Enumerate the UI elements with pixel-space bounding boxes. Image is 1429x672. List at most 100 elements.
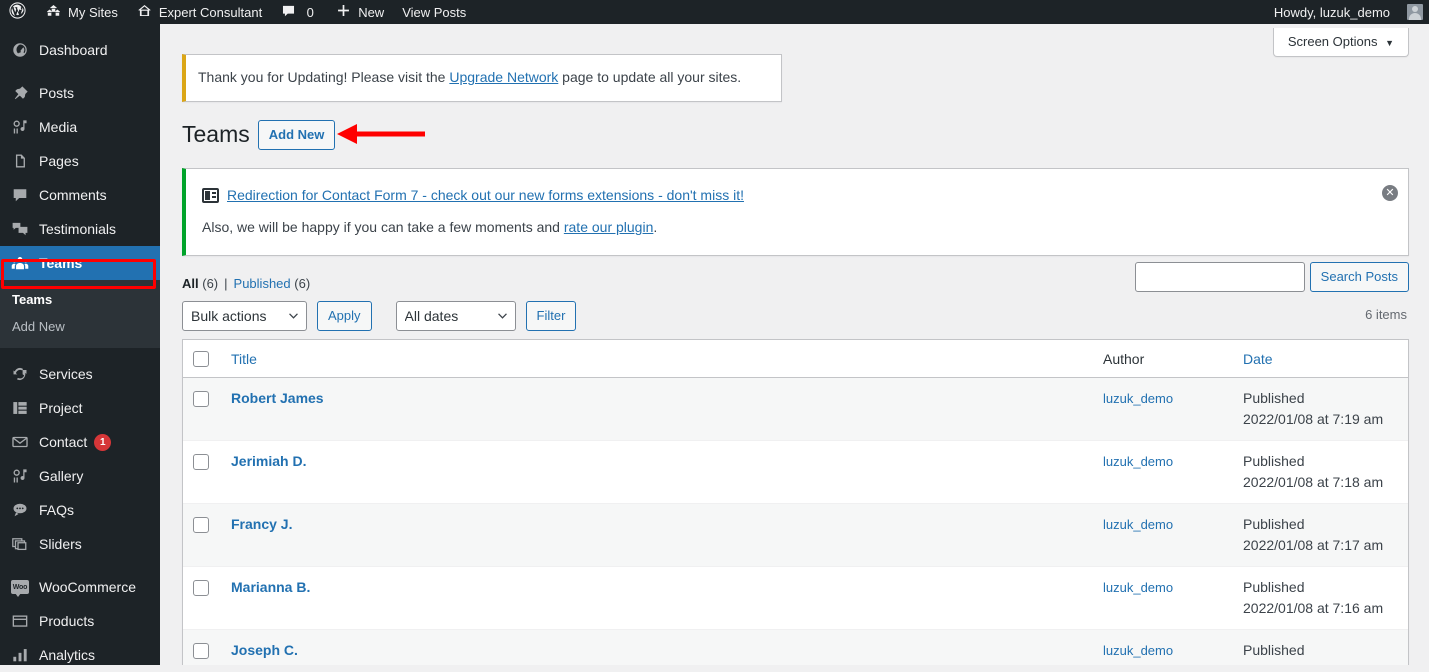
sidebar-subitem-add-new[interactable]: Add New: [0, 313, 160, 340]
admin-bar: My Sites Expert Consultant 0 New View Po…: [0, 0, 1429, 24]
admin-bar-comment-count: 0: [306, 4, 314, 20]
row-checkbox[interactable]: [193, 454, 209, 471]
row-checkbox[interactable]: [193, 643, 209, 660]
row-title-cell: Francy J.: [221, 504, 1093, 568]
row-title-link[interactable]: Francy J.: [231, 516, 292, 532]
sidebar-item-services[interactable]: Services: [0, 357, 160, 391]
upgrade-network-link[interactable]: Upgrade Network: [449, 69, 558, 85]
row-title-link[interactable]: Robert James: [231, 390, 324, 406]
sidebar-item-products[interactable]: Products: [0, 604, 160, 638]
sidebar-item-label: Comments: [39, 187, 107, 203]
admin-bar-howdy[interactable]: Howdy, luzuk_demo: [1265, 0, 1399, 24]
apply-button[interactable]: Apply: [317, 301, 372, 332]
admin-bar-item-site-name[interactable]: Expert Consultant: [127, 0, 271, 24]
sidebar-item-woocommerce[interactable]: Woo WooCommerce: [0, 570, 160, 604]
column-header-date[interactable]: Date: [1233, 340, 1408, 379]
table-row: Francy J. luzuk_demo Published 2022/01/0…: [183, 504, 1408, 568]
wordpress-logo-icon: [9, 2, 26, 22]
plugin-notice-line-1: Redirection for Contact Form 7 - check o…: [202, 187, 1368, 203]
column-header-date-link[interactable]: Date: [1243, 351, 1273, 367]
row-author-link[interactable]: luzuk_demo: [1103, 643, 1173, 658]
row-select-cell: [183, 504, 221, 568]
row-author-cell: luzuk_demo: [1093, 378, 1233, 442]
sidebar-item-project[interactable]: Project: [0, 391, 160, 425]
row-checkbox[interactable]: [193, 580, 209, 597]
status-filter-separator: |: [224, 276, 228, 292]
row-author-link[interactable]: luzuk_demo: [1103, 454, 1173, 469]
date-filter-select[interactable]: All dates: [395, 301, 516, 332]
admin-bar-item-view-posts[interactable]: View Posts: [393, 0, 475, 24]
contact-form-icon: [202, 187, 219, 203]
column-header-author-label: Author: [1103, 350, 1145, 367]
sidebar-item-contact[interactable]: Contact 1: [0, 425, 160, 459]
row-actions-placeholder: [231, 598, 1083, 618]
sidebar-item-gallery[interactable]: Gallery: [0, 459, 160, 493]
bulk-actions-select-wrap: Bulk actions: [182, 301, 307, 332]
sidebar-subitem-teams[interactable]: Teams: [0, 286, 160, 313]
sidebar-item-label: Contact: [39, 434, 88, 450]
sidebar-item-label: Gallery: [39, 468, 84, 484]
menu-spacer: [0, 24, 160, 33]
sidebar-item-comments[interactable]: Comments: [0, 178, 160, 212]
row-checkbox[interactable]: [193, 391, 209, 408]
sidebar-item-dashboard[interactable]: Dashboard: [0, 33, 160, 67]
sidebar-item-label: Pages: [39, 153, 79, 169]
table-head: Title Author Date: [183, 340, 1408, 379]
sidebar-item-testimonials[interactable]: Testimonials: [0, 212, 160, 246]
table-row: Marianna B. luzuk_demo Published 2022/01…: [183, 567, 1408, 631]
products-icon: [10, 611, 30, 631]
row-date-cell: Published 2022/01/08 at 7:18 am: [1233, 441, 1408, 505]
row-date-cell: Published 2022/01/08 at 7:16 am: [1233, 567, 1408, 631]
sidebar-item-teams[interactable]: Teams: [0, 246, 168, 280]
rate-our-plugin-link[interactable]: rate our plugin: [564, 219, 654, 235]
row-author-link[interactable]: luzuk_demo: [1103, 391, 1173, 406]
admin-bar-item-comments[interactable]: 0: [271, 0, 326, 24]
sidebar-submenu-teams: Teams Add New: [0, 280, 160, 348]
row-select-cell: [183, 378, 221, 442]
row-title-link[interactable]: Jerimiah D.: [231, 453, 306, 469]
sidebar-item-media[interactable]: Media: [0, 110, 160, 144]
sidebar-item-posts[interactable]: Posts: [0, 76, 160, 110]
sidebar-item-label: Project: [39, 400, 83, 416]
wordpress-logo-button[interactable]: [0, 0, 36, 24]
close-icon[interactable]: ✕: [1382, 185, 1398, 202]
bulk-actions-select[interactable]: Bulk actions: [182, 301, 307, 332]
plus-icon: [335, 2, 352, 22]
select-all-checkbox[interactable]: [193, 351, 209, 368]
sidebar-item-faqs[interactable]: FAQs: [0, 493, 160, 527]
add-new-button[interactable]: Add New: [257, 119, 336, 151]
admin-bar-item-new[interactable]: New: [326, 0, 393, 24]
admin-bar-item-my-sites[interactable]: My Sites: [36, 0, 127, 24]
screen-options-toggle[interactable]: Screen Options ▼: [1272, 28, 1409, 57]
admin-bar-label: New: [358, 4, 385, 20]
row-author-link[interactable]: luzuk_demo: [1103, 580, 1173, 595]
table-body: Robert James luzuk_demo Published 2022/0…: [183, 378, 1408, 665]
row-title-link[interactable]: Marianna B.: [231, 579, 310, 595]
row-title-link[interactable]: Joseph C.: [231, 642, 298, 658]
column-header-title-link[interactable]: Title: [231, 351, 257, 367]
update-nag-notice: Thank you for Updating! Please visit the…: [182, 54, 782, 102]
row-checkbox[interactable]: [193, 517, 209, 534]
home-icon: [136, 2, 153, 22]
gallery-icon: [10, 466, 30, 486]
status-filter-published-label[interactable]: Published: [234, 276, 291, 291]
table-row: Joseph C. luzuk_demo Published 2022/01/0…: [183, 630, 1408, 665]
sidebar-item-pages[interactable]: Pages: [0, 144, 160, 178]
status-filter-published[interactable]: Published (6): [234, 276, 311, 291]
plugin-notice-text-after: .: [653, 219, 658, 236]
search-input[interactable]: [1134, 262, 1305, 293]
row-author-link[interactable]: luzuk_demo: [1103, 517, 1173, 532]
row-date-time: 2022/01/08 at 7:15 am: [1243, 661, 1398, 665]
plugin-notice-link[interactable]: Redirection for Contact Form 7 - check o…: [227, 187, 744, 203]
admin-bar-account[interactable]: Howdy, luzuk_demo: [1265, 0, 1429, 24]
filter-button[interactable]: Filter: [525, 301, 577, 332]
sidebar-item-sliders[interactable]: Sliders: [0, 527, 160, 561]
project-icon: [10, 398, 30, 418]
search-posts-button[interactable]: Search Posts: [1309, 262, 1409, 293]
sidebar-item-analytics[interactable]: Analytics: [0, 638, 160, 672]
status-filter-all[interactable]: All (6): [182, 276, 218, 291]
row-date-time: 2022/01/08 at 7:19 am: [1243, 411, 1384, 428]
teams-icon: [10, 253, 30, 273]
column-header-title[interactable]: Title: [221, 340, 1093, 379]
menu-spacer: [0, 348, 160, 357]
